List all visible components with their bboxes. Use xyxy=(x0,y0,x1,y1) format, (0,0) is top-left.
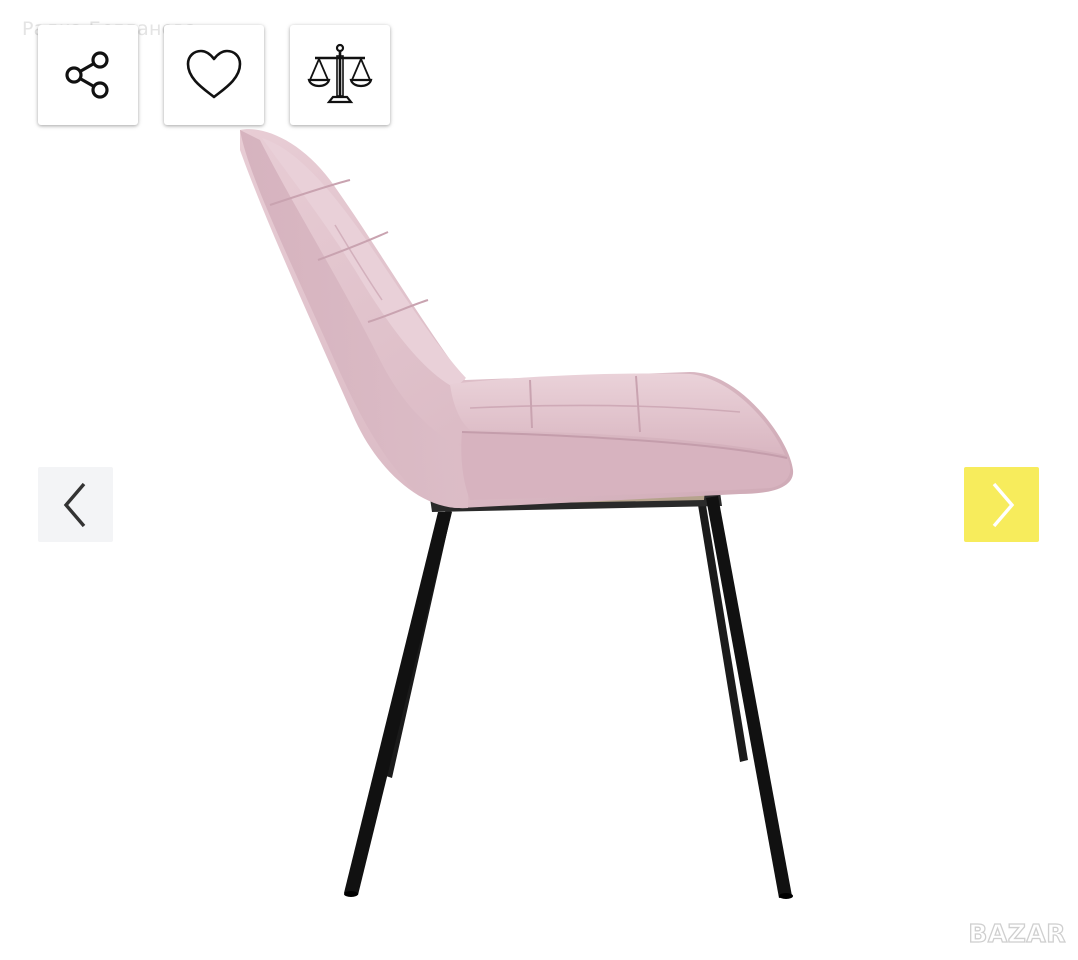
compare-button[interactable] xyxy=(290,25,390,125)
add-to-favorites-button[interactable] xyxy=(164,25,264,125)
chair-front-leg-front xyxy=(706,496,792,898)
chevron-right-icon xyxy=(992,482,1014,527)
bazar-logo: BAZAR xyxy=(968,918,1066,948)
share-icon xyxy=(65,51,109,99)
heart-icon xyxy=(186,49,242,99)
product-image-gallery: Радка Богданова xyxy=(0,0,1078,960)
product-photo[interactable] xyxy=(0,0,1078,960)
previous-image-button[interactable] xyxy=(38,467,113,542)
scales-icon xyxy=(307,43,373,104)
chevron-left-icon xyxy=(63,482,85,527)
next-image-button[interactable] xyxy=(964,467,1039,542)
chair-back-leg-front xyxy=(344,512,452,895)
share-button[interactable] xyxy=(38,25,138,125)
